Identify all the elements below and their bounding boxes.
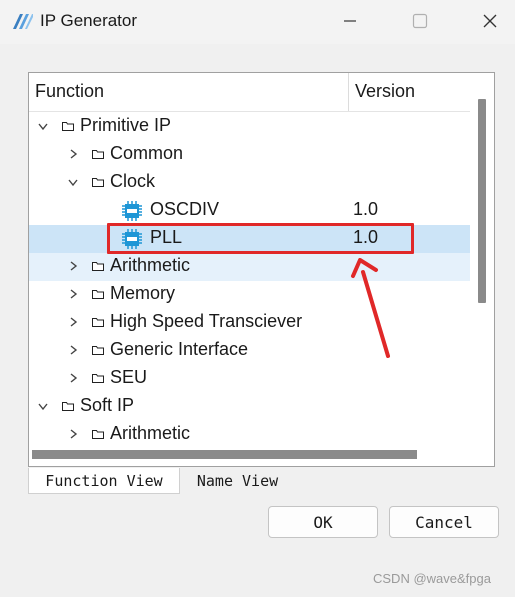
chevron-right-icon[interactable]	[66, 371, 80, 385]
chevron-right-icon[interactable]	[66, 259, 80, 273]
minimize-button[interactable]	[332, 6, 368, 36]
chevron-down-icon[interactable]	[66, 175, 80, 189]
column-header-version[interactable]: Version	[355, 81, 415, 102]
window-title: IP Generator	[40, 11, 138, 30]
ok-button[interactable]: OK	[268, 506, 378, 538]
tree-row[interactable]: SEU	[29, 365, 470, 393]
tree-row-version: 1.0	[353, 199, 379, 219]
tree-row-label: Common	[110, 143, 184, 163]
tab-name-view[interactable]: Name View	[180, 468, 295, 494]
function-tree-view[interactable]: Function Version Primitive IP Common Clock…	[28, 72, 495, 467]
horizontal-scrollbar-thumb[interactable]	[32, 450, 417, 459]
folder-icon	[92, 318, 104, 327]
close-icon	[483, 14, 497, 28]
column-separator[interactable]	[348, 73, 349, 111]
folder-icon	[92, 178, 104, 187]
chevron-right-icon[interactable]	[66, 343, 80, 357]
chevron-right-icon[interactable]	[66, 147, 80, 161]
tree-row[interactable]: Common	[29, 141, 470, 169]
maximize-icon	[412, 13, 428, 29]
tree-row-label: Primitive IP	[80, 115, 172, 135]
tree-row-label: Clock	[110, 171, 156, 191]
folder-icon	[62, 402, 74, 411]
tree-row[interactable]: Memory	[29, 281, 470, 309]
tree-row[interactable]: Generic Interface	[29, 337, 470, 365]
column-header-function[interactable]: Function	[35, 81, 104, 102]
tab-function-view[interactable]: Function View	[28, 468, 180, 494]
tree-row-label: Memory	[110, 283, 176, 303]
app-logo-icon	[13, 14, 33, 29]
title-bar: IP Generator	[0, 0, 515, 44]
chevron-down-icon[interactable]	[36, 119, 50, 133]
folder-icon	[62, 122, 74, 131]
tree-row[interactable]: High Speed Transciever	[29, 309, 470, 337]
tree-row-label: Generic Interface	[110, 339, 249, 359]
folder-icon	[92, 150, 104, 159]
annotation-highlight-box	[107, 223, 414, 254]
folder-icon	[92, 374, 104, 383]
folder-icon	[92, 290, 104, 299]
annotation-arrow-icon	[351, 258, 390, 358]
tree-row[interactable]: Primitive IP	[29, 113, 470, 141]
tree-row-label: SEU	[110, 367, 148, 387]
tree-row[interactable]: Soft IP	[29, 393, 470, 421]
maximize-button[interactable]	[402, 6, 438, 36]
tree-header: Function Version	[29, 73, 470, 112]
watermark: CSDN @wave&fpga	[373, 571, 491, 586]
tree-row-label: Soft IP	[80, 395, 135, 415]
tree-row[interactable]: Clock	[29, 169, 470, 197]
chevron-down-icon[interactable]	[36, 399, 50, 413]
minimize-icon	[344, 20, 356, 22]
tree-row-label: Arithmetic	[110, 423, 191, 443]
vertical-scrollbar-thumb[interactable]	[478, 99, 486, 303]
chevron-right-icon[interactable]	[66, 315, 80, 329]
ram-chip-icon	[122, 201, 142, 221]
tree-row-label: Arithmetic	[110, 255, 191, 275]
close-button[interactable]	[472, 6, 508, 36]
chevron-right-icon[interactable]	[66, 287, 80, 301]
folder-icon	[92, 430, 104, 439]
chevron-right-icon[interactable]	[66, 427, 80, 441]
tree-row[interactable]: Arithmetic	[29, 253, 470, 281]
tree-row-label: High Speed Transciever	[110, 311, 303, 331]
cancel-button[interactable]: Cancel	[389, 506, 499, 538]
folder-icon	[92, 262, 104, 271]
tree-row-label: OSCDIV	[150, 199, 220, 219]
folder-icon	[92, 346, 104, 355]
tree-row[interactable]: OSCDIV 1.0	[29, 197, 470, 225]
